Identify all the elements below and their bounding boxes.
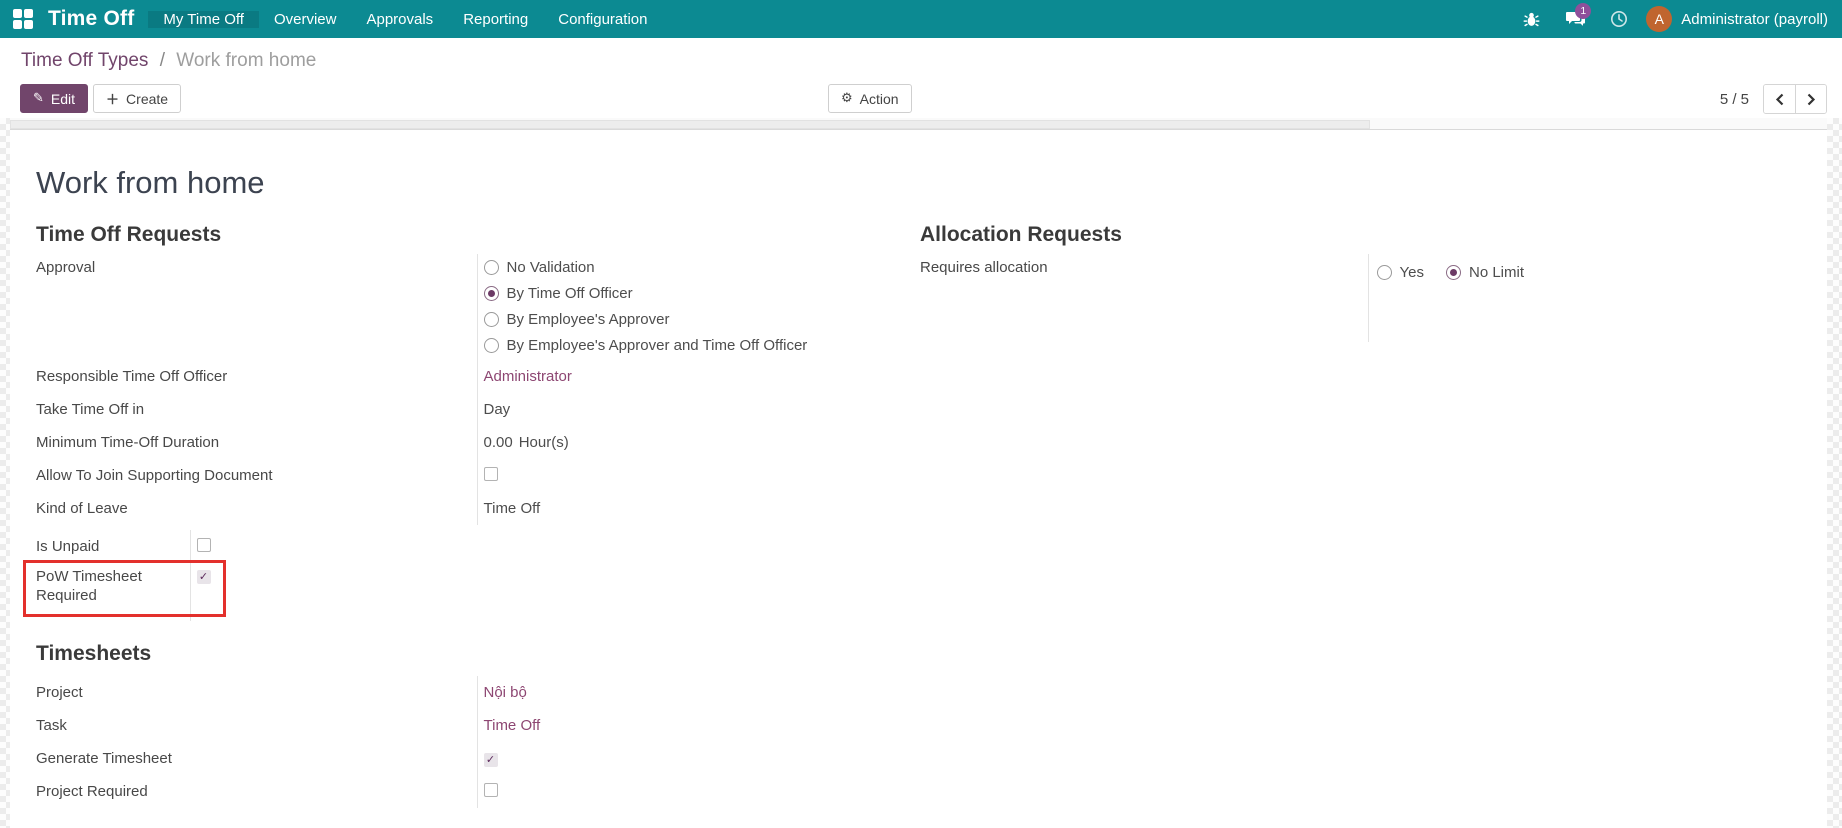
breadcrumb-parent-link[interactable]: Time Off Types	[21, 50, 148, 71]
take-time-off-in-value: Day	[476, 393, 808, 426]
main-menu: My Time Off Overview Approvals Reporting…	[148, 10, 662, 28]
field-label-responsible-officer: Responsible Time Off Officer	[36, 368, 228, 385]
menu-item-overview[interactable]: Overview	[259, 11, 352, 28]
user-menu[interactable]: A Administrator (payroll)	[1646, 6, 1828, 32]
menu-item-approvals[interactable]: Approvals	[351, 11, 448, 28]
field-label-is-unpaid: Is Unpaid	[36, 538, 100, 555]
pencil-icon: ✎	[33, 91, 44, 106]
radio-circle[interactable]	[483, 337, 499, 353]
record-title: Work from home	[36, 165, 265, 200]
project-required-checkbox[interactable]	[483, 782, 498, 797]
plus-icon: ＋	[106, 93, 120, 108]
menu-item-my-time-off[interactable]: My Time Off	[148, 10, 259, 28]
radio-circle[interactable]	[483, 259, 499, 275]
radio-circle[interactable]	[483, 311, 499, 327]
field-label-requires-allocation: Requires allocation	[920, 259, 1048, 276]
field-label-kind-of-leave: Kind of Leave	[36, 500, 128, 517]
field-label-project: Project	[36, 684, 83, 701]
project-value-link[interactable]: Nội bộ	[484, 684, 527, 701]
breadcrumb-current: Work from home	[176, 50, 317, 71]
is-unpaid-checkbox[interactable]	[196, 537, 211, 552]
radio-circle-selected[interactable]	[483, 285, 499, 301]
task-value-link[interactable]: Time Off	[484, 717, 541, 734]
minimum-duration-value: 0.00	[483, 434, 513, 451]
field-label-generate-timesheet: Generate Timesheet	[36, 750, 172, 767]
radio-by-employees-approver-and-officer[interactable]: By Employee's Approver and Time Off Offi…	[483, 332, 807, 358]
right-transparency-edge	[1827, 118, 1842, 828]
messages-badge: 1	[1575, 3, 1592, 19]
form-sheet: Work from home Time Off Requests Approva…	[10, 130, 1827, 828]
field-label-project-required: Project Required	[36, 783, 148, 800]
menu-item-reporting[interactable]: Reporting	[448, 11, 543, 28]
approval-radio-group: No Validation By Time Off Officer By Emp…	[483, 254, 808, 358]
user-name: Administrator (payroll)	[1681, 10, 1828, 28]
allow-supporting-document-checkbox[interactable]	[483, 466, 498, 481]
horizontal-scrollbar-thumb[interactable]	[10, 120, 1370, 129]
user-avatar: A	[1646, 6, 1673, 32]
field-label-allow-supporting-document: Allow To Join Supporting Document	[36, 467, 273, 484]
responsible-officer-value-link[interactable]: Administrator	[484, 368, 572, 385]
messages-icon[interactable]: 1	[1558, 0, 1592, 38]
create-button[interactable]: ＋ Create	[93, 84, 182, 113]
field-label-pow-timesheet-required: PoW Timesheet Required	[36, 568, 142, 604]
pager-count: 5 / 5	[1719, 90, 1749, 108]
field-label-minimum-duration: Minimum Time-Off Duration	[36, 434, 220, 451]
pow-timesheet-required-checkbox[interactable]	[196, 569, 211, 584]
pager-previous-button[interactable]	[1764, 85, 1795, 113]
top-navbar: Time Off My Time Off Overview Approvals …	[0, 0, 1842, 38]
unpaid-group: Is Unpaid PoW Timesheet Required	[23, 530, 226, 621]
section-heading-timesheets: Timesheets	[36, 642, 152, 665]
menu-item-configuration[interactable]: Configuration	[543, 11, 662, 28]
minimum-duration-unit: Hour(s)	[518, 434, 569, 451]
activities-clock-icon[interactable]	[1602, 0, 1636, 38]
control-panel: Time Off Types / Work from home ✎ Edit ＋…	[0, 38, 1842, 118]
allocation-requests-group: Requires allocation Yes No Limit	[920, 254, 1546, 342]
apps-menu-icon[interactable]	[13, 9, 33, 29]
radio-by-time-off-officer[interactable]: By Time Off Officer	[483, 280, 808, 306]
radio-circle[interactable]	[1376, 264, 1392, 280]
radio-no-limit[interactable]: No Limit	[1445, 264, 1524, 281]
radio-circle-selected[interactable]	[1445, 264, 1461, 280]
app-title[interactable]: Time Off	[44, 7, 148, 31]
time-off-requests-group: Approval No Validation By Time Off Offic…	[36, 254, 808, 525]
radio-yes[interactable]: Yes	[1376, 264, 1424, 281]
field-label-task: Task	[36, 717, 67, 734]
action-button[interactable]: ⚙ Action	[828, 84, 912, 113]
timesheets-group: Project Nội bộ Task Time Off Generate Ti…	[36, 676, 541, 808]
gear-icon: ⚙	[841, 91, 853, 106]
section-heading-allocation-requests: Allocation Requests	[920, 223, 1122, 246]
pager: 5 / 5	[1720, 84, 1827, 114]
chevron-right-icon	[1807, 93, 1816, 105]
kind-of-leave-value: Time Off	[476, 492, 808, 525]
horizontal-scrollbar[interactable]	[10, 118, 1827, 130]
field-label-take-time-off-in: Take Time Off in	[36, 401, 145, 418]
requires-allocation-radio-group: Yes No Limit	[1376, 259, 1547, 285]
pager-next-button[interactable]	[1795, 85, 1826, 113]
left-transparency-edge	[0, 118, 10, 828]
field-label-approval: Approval	[36, 259, 96, 276]
breadcrumb-separator: /	[159, 50, 165, 71]
radio-by-employees-approver[interactable]: By Employee's Approver	[483, 306, 808, 332]
edit-button[interactable]: ✎ Edit	[20, 84, 89, 113]
breadcrumb: Time Off Types / Work from home	[21, 50, 316, 72]
section-heading-time-off-requests: Time Off Requests	[36, 223, 222, 246]
generate-timesheet-checkbox[interactable]	[483, 752, 498, 767]
debug-bug-icon[interactable]	[1514, 0, 1548, 38]
chevron-left-icon	[1775, 93, 1783, 105]
radio-no-validation[interactable]: No Validation	[483, 254, 808, 280]
